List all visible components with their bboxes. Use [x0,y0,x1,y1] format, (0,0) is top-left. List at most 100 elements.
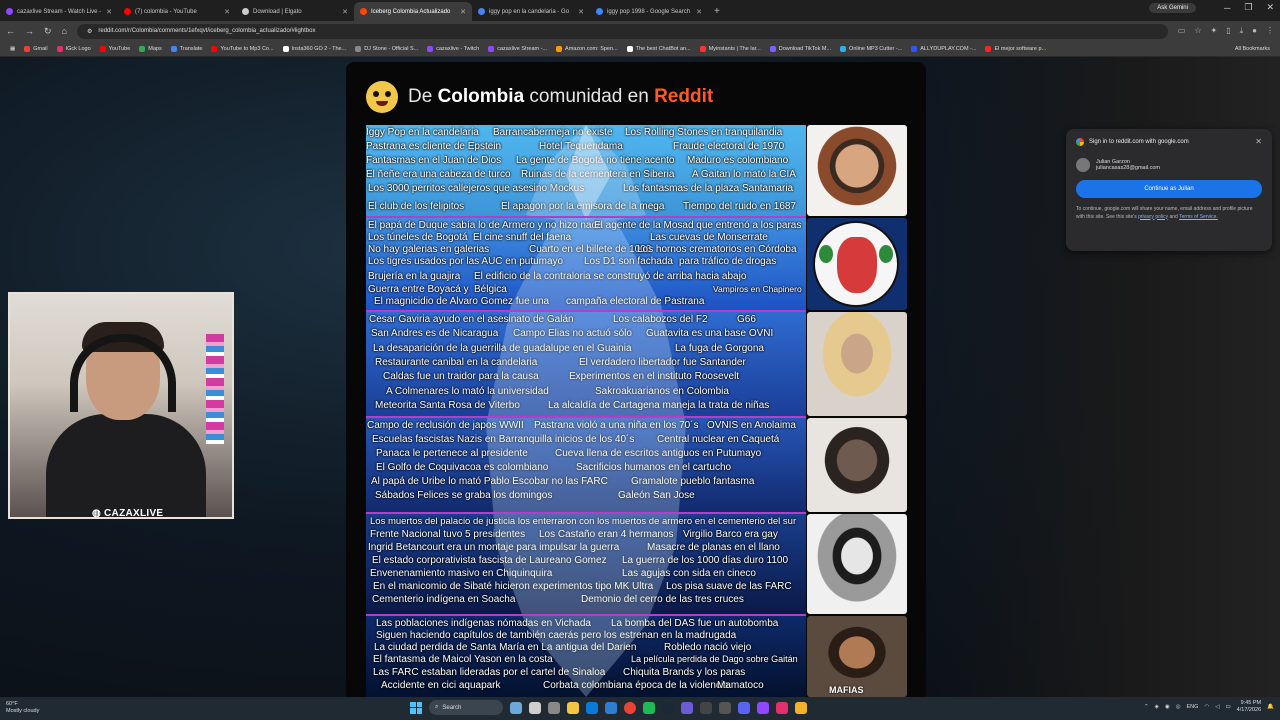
bookmark-item[interactable]: DJ Stone - Official S... [355,45,418,52]
chrome-icon[interactable] [624,701,636,714]
iceberg-tier: Iggy Pop en la candelaria Barrancabermeja… [366,125,806,216]
tab-close-icon[interactable]: ✕ [696,8,702,16]
bookmark-item[interactable]: Translate [170,45,202,52]
app-tray-icon[interactable]: ◈ [1155,704,1159,710]
tab[interactable]: cazaxlive Stream - Watch Live - ✕ [0,2,118,21]
iceberg-item: La desaparición de la guerrilla de guada… [373,343,632,354]
popup-note: To continue, google.com will share your … [1076,206,1262,221]
apps-icon[interactable]: ▦ [10,46,15,52]
bookmark-item[interactable]: Myinstants | The lar... [699,45,761,52]
bookmark-item[interactable]: IGck Logo [56,45,91,52]
battery-icon[interactable]: ▭ [1225,704,1230,710]
app-icon[interactable] [681,701,693,714]
tab-close-icon[interactable]: ✕ [578,8,584,16]
iceberg-item: campaña electoral de Pastrana [566,296,705,307]
cast-icon[interactable]: ▭ [1178,26,1186,36]
steam-icon[interactable] [662,701,674,714]
streamer-body [46,414,206,517]
store-icon[interactable] [605,701,617,714]
bookmark-item[interactable]: The best ChatBot an... [626,45,691,52]
continue-button[interactable]: Continue as Julian [1076,180,1262,198]
popup-close-icon[interactable]: ✕ [1255,137,1262,146]
obs-icon[interactable] [700,701,712,714]
settings-icon[interactable] [548,701,560,714]
profile-avatar[interactable]: ● [1252,26,1257,36]
terms-link[interactable]: Terms of Service. [1179,214,1218,220]
discord-icon[interactable] [738,701,750,714]
bookmark-item[interactable]: YouTube to Mp3 Co... [211,45,274,52]
bookmark-item[interactable]: cazaxlive Stream -... [488,45,547,52]
tab[interactable]: iggy pop 1998 - Google Search ✕ [590,2,708,21]
bookmark-item[interactable]: Gmail [24,45,48,52]
back-icon[interactable]: ← [6,26,15,36]
chevron-up-icon[interactable]: ⌃ [1144,704,1149,710]
bookmark-item[interactable]: ALLYDUPLAY.COM -... [911,45,976,52]
widgets-icon[interactable] [510,701,522,714]
bookmark-item[interactable]: YouTube [99,45,130,52]
close-icon[interactable]: ✕ [1266,2,1274,13]
app-tray-icon[interactable]: ◉ [1165,704,1170,710]
sidepanel-icon[interactable]: ▯ [1226,26,1230,36]
iceberg-item: En el manicomio de Sibaté hicieron exper… [373,581,654,592]
app-icon[interactable] [719,701,731,714]
bookmark-item[interactable]: Maps [139,45,162,52]
site-info-icon[interactable]: ⚙ [87,28,92,35]
reload-icon[interactable]: ↻ [44,26,52,37]
task-view-icon[interactable] [529,701,541,714]
tab[interactable]: Download | Elgato ✕ [236,2,354,21]
all-bookmarks-button[interactable]: All Bookmarks [1235,46,1270,52]
tab[interactable]: (7) colombia - YouTube ✕ [118,2,236,21]
popup-and-text: and [1169,213,1178,220]
menu-icon[interactable]: ⋮ [1266,26,1274,36]
language-indicator[interactable]: ENG [1187,704,1199,710]
google-signin-popup: Sign in to reddit.com with google.com ✕ … [1066,129,1272,251]
home-icon[interactable]: ⌂ [62,26,67,36]
clock[interactable]: 9:45 PM 4/17/2026 [1237,700,1261,714]
tier-divider [366,512,806,514]
maximize-icon[interactable]: ❐ [1244,2,1252,13]
taskbar-search[interactable]: ⌕ Search [429,700,503,715]
ask-gemini-button[interactable]: Ask Gemini [1149,2,1196,13]
iceberg-item: San Andres es de Nicaragua [371,328,499,339]
bookmark-star-icon[interactable]: ☆ [1194,26,1201,36]
app-icon[interactable] [776,701,788,714]
app-icon[interactable] [795,701,807,714]
bookmark-item[interactable]: cazaxlive - Twitch [427,45,479,52]
app-tray-icon[interactable]: ◎ [1176,704,1181,710]
bookmark-item[interactable]: Insta360 GO 2 - The... [282,45,346,52]
tab-close-icon[interactable]: ✕ [342,8,348,16]
address-bar[interactable]: ⚙ reddit.com/r/Colombia/comments/1efxqvt… [76,23,1168,39]
tab[interactable]: iggy pop en la candelaria - Go ✕ [472,2,590,21]
iceberg-item: Accidente en cici aquapark [381,680,501,691]
bookmark-item[interactable]: Amazon.com: Spen... [556,45,618,52]
new-tab-button[interactable]: + [708,2,726,21]
tab-favicon-icon [360,8,367,15]
file-explorer-icon[interactable] [567,701,579,714]
wifi-icon[interactable]: ◠ [1204,704,1209,710]
twitch-icon[interactable] [757,701,769,714]
tab-close-icon[interactable]: ✕ [106,8,112,16]
iceberg-tier: Cesar Gaviria ayudo en el asesinato de G… [366,312,806,416]
minimize-icon[interactable]: ─ [1224,3,1230,13]
download-icon[interactable]: ⤓ [1240,26,1244,36]
tab-favicon-icon [242,8,249,15]
weather-widget[interactable]: 60°F Mostly cloudy [6,701,39,715]
extensions-icon[interactable]: ✦ [1211,26,1218,36]
bookmark-item[interactable]: Download TikTok M... [769,45,831,52]
popup-account[interactable]: Julian Garzon juliancasas28@gmail.com [1076,158,1262,172]
windows-start-icon[interactable] [410,701,422,714]
volume-icon[interactable]: ◁ [1215,704,1219,710]
iceberg-item: Robledo nació viejo [664,642,752,653]
edge-icon[interactable] [586,701,598,714]
iceberg-item: El agente de la Mosad que entrenó a los … [594,220,802,231]
xbox-icon[interactable] [643,701,655,714]
tab-close-icon[interactable]: ✕ [460,8,466,16]
notifications-icon[interactable]: 🔔 [1267,704,1274,710]
bookmark-item[interactable]: Online MP3 Cutter -... [840,45,902,52]
windows-taskbar: 60°F Mostly cloudy ⌕ Search ⌃ ◈ ◉ ◎ ENG … [0,697,1280,720]
forward-icon[interactable]: → [25,26,34,36]
bookmark-item[interactable]: El mejor software p... [985,45,1046,52]
privacy-policy-link[interactable]: privacy policy [1138,214,1168,220]
tab-close-icon[interactable]: ✕ [224,8,230,16]
tab[interactable]: Iceberg Colombia Actualizado ✕ [354,2,472,21]
